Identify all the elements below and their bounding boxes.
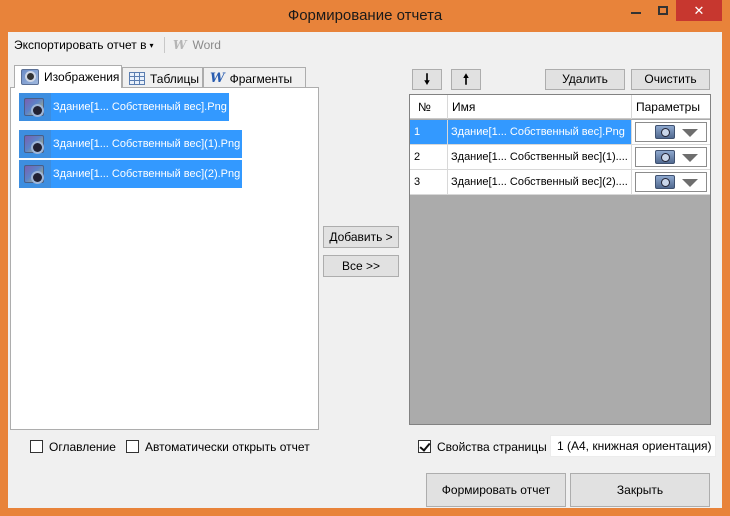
tab-images[interactable]: Изображения <box>14 65 122 88</box>
maximize-button[interactable] <box>650 0 676 21</box>
table-icon <box>129 72 145 86</box>
title-bar: Формирование отчета ✕ <box>0 0 730 32</box>
tab-tables[interactable]: Таблицы <box>122 67 203 87</box>
page-props-label: Свойства страницы <box>437 439 547 454</box>
close-button[interactable]: Закрыть <box>570 473 710 507</box>
column-header-name[interactable]: Имя <box>448 95 632 119</box>
toolbar-separator <box>164 37 165 53</box>
word-icon: W <box>173 38 187 52</box>
table-row[interactable]: 2 Здание[1... Собственный вес](1).... <box>410 145 710 170</box>
toc-checkbox-box[interactable] <box>30 440 43 454</box>
row-params-cell <box>632 145 710 169</box>
camera-icon <box>655 150 675 164</box>
params-dropdown[interactable] <box>635 147 707 167</box>
tab-fragments[interactable]: W Фрагменты <box>203 67 306 87</box>
row-number: 2 <box>410 145 448 169</box>
build-report-button[interactable]: Формировать отчет <box>426 473 566 507</box>
auto-open-checkbox-box[interactable] <box>126 440 139 454</box>
params-dropdown[interactable] <box>635 122 707 142</box>
delete-button[interactable]: Удалить <box>545 69 625 90</box>
image-icon <box>24 165 44 183</box>
clear-button[interactable]: Очистить <box>631 69 710 90</box>
table-row[interactable]: 1 Здание[1... Собственный вес].Png <box>410 120 710 145</box>
column-header-number[interactable]: № <box>410 95 448 119</box>
maximize-icon <box>658 6 668 15</box>
list-item-label: Здание[1... Собственный вес].Png <box>51 93 229 121</box>
export-dropdown[interactable]: Экспортировать отчет в ▾ <box>14 38 154 52</box>
camera-icon <box>655 125 675 139</box>
column-header-params[interactable]: Параметры <box>632 95 710 119</box>
report-window: Формирование отчета ✕ Экспортировать отч… <box>0 0 730 516</box>
tab-fragments-label: Фрагменты <box>229 71 293 86</box>
row-params-cell <box>632 120 710 144</box>
image-icon <box>24 135 44 153</box>
move-down-button[interactable]: 🠗 <box>412 69 442 90</box>
word-label: Word <box>192 38 221 52</box>
minimize-button[interactable] <box>622 0 650 21</box>
camera-icon <box>655 175 675 189</box>
row-name: Здание[1... Собственный вес].Png <box>448 120 632 144</box>
window-client-area: Экспортировать отчет в ▾ W Word Изображени… <box>8 32 722 508</box>
tab-images-label: Изображения <box>44 70 120 84</box>
list-item-label: Здание[1... Собственный вес](2).Png <box>51 160 243 188</box>
chevron-down-icon <box>682 129 698 137</box>
image-thumbnail <box>19 160 51 188</box>
word-icon: W <box>210 71 225 87</box>
row-number: 3 <box>410 170 448 194</box>
chevron-down-icon <box>682 179 698 187</box>
minimize-icon <box>631 12 641 14</box>
export-word-item[interactable]: W Word <box>173 38 221 52</box>
add-all-button[interactable]: Все >> <box>323 255 399 277</box>
close-window-button[interactable]: ✕ <box>676 0 722 21</box>
toc-label: Оглавление <box>49 439 116 454</box>
export-label: Экспортировать отчет в <box>14 38 147 52</box>
image-icon <box>24 98 44 116</box>
row-params-cell <box>632 170 710 194</box>
row-number: 1 <box>410 120 448 144</box>
image-thumbnail <box>19 93 51 121</box>
table-row[interactable]: 3 Здание[1... Собственный вес](2).... <box>410 170 710 195</box>
window-title: Формирование отчета <box>287 7 443 24</box>
params-dropdown[interactable] <box>635 172 707 192</box>
add-button[interactable]: Добавить > <box>323 226 399 248</box>
images-list[interactable]: Здание[1... Собственный вес].Png Здание[… <box>10 87 319 430</box>
tab-tables-label: Таблицы <box>150 71 200 86</box>
auto-open-checkbox[interactable]: Автоматически открыть отчет <box>126 439 310 454</box>
toc-checkbox[interactable]: Оглавление <box>30 439 116 454</box>
page-props-checkbox[interactable]: Свойства страницы <box>418 439 547 454</box>
grid-header: № Имя Параметры <box>410 95 710 119</box>
arrow-down-icon: 🠗 <box>423 71 430 87</box>
page-props-checkbox-box[interactable] <box>418 440 431 454</box>
move-up-button[interactable]: 🠕 <box>451 69 481 90</box>
report-items-grid[interactable]: № Имя Параметры 1 Здание[1... Собственны… <box>409 94 711 425</box>
list-item-label: Здание[1... Собственный вес](1).Png <box>51 130 243 158</box>
auto-open-label: Автоматически открыть отчет <box>145 439 310 454</box>
image-thumbnail <box>19 130 51 158</box>
chevron-down-icon: ▾ <box>149 41 154 50</box>
chevron-down-icon <box>682 154 698 162</box>
toolbar: Экспортировать отчет в ▾ W Word <box>8 32 722 58</box>
arrow-up-icon: 🠕 <box>462 71 469 87</box>
close-icon: ✕ <box>693 3 705 18</box>
row-name: Здание[1... Собственный вес](1).... <box>448 145 632 169</box>
page-settings-field[interactable]: 1 (A4, книжная ориентация) <box>550 435 716 457</box>
row-name: Здание[1... Собственный вес](2).... <box>448 170 632 194</box>
image-icon <box>21 69 39 85</box>
